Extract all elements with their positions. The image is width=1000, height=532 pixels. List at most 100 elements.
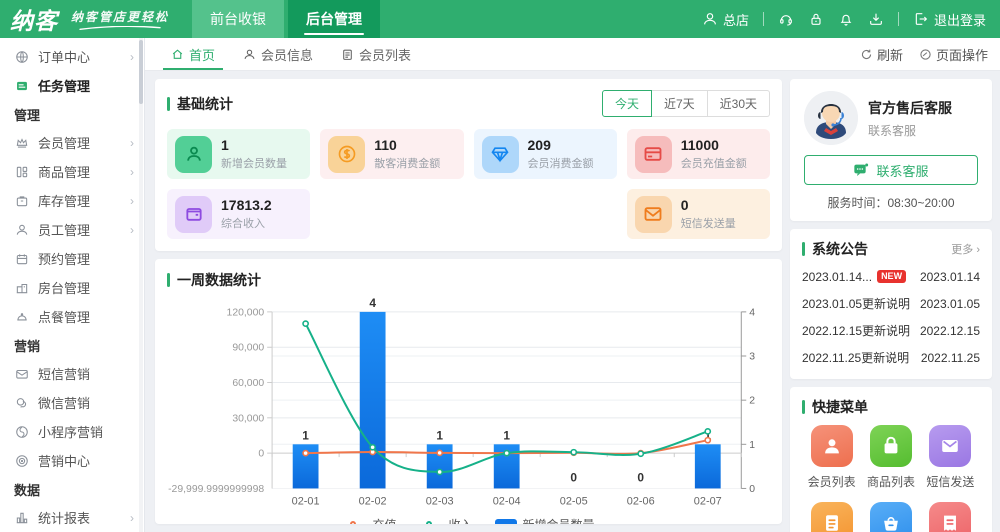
bell-icon[interactable] [838, 11, 854, 27]
globe-icon [15, 50, 29, 64]
svg-text:60,000: 60,000 [232, 378, 264, 389]
download-icon[interactable] [868, 11, 884, 27]
sidebar-scrollbar[interactable] [139, 38, 143, 532]
header-right: 总店 退出登录 [702, 10, 986, 29]
quick-mall-orders[interactable]: 商城订单 [802, 502, 861, 532]
svg-text:02-05: 02-05 [560, 495, 588, 507]
task-icon [15, 79, 29, 93]
svg-text:1: 1 [503, 428, 510, 442]
svg-text:3: 3 [749, 351, 755, 362]
service-hours: 服务时间：08:30~20:00 [804, 194, 978, 211]
sidebar-item-miniprogram-marketing[interactable]: 小程序营销 [0, 417, 144, 446]
svg-text:4: 4 [749, 307, 755, 318]
sidebar-item-booking[interactable]: 预约管理 [0, 244, 144, 273]
dining-icon [15, 310, 29, 324]
tab-member-list[interactable]: 会员列表 [327, 38, 425, 70]
sidebar-item-dining[interactable]: 点餐管理 [0, 302, 144, 331]
quick-goods-combo[interactable]: 商品套餐 [861, 502, 920, 532]
sidebar-section-marketing: 营销 [0, 331, 144, 359]
goods-combo-icon [880, 512, 902, 532]
svg-text:02-04: 02-04 [493, 495, 521, 507]
notice-item[interactable]: 2022.12.15更新说明 2022.12.15 [802, 317, 980, 344]
sidebar-item-goods[interactable]: 商品管理› [0, 157, 144, 186]
legend-income[interactable]: 收入 [418, 516, 472, 524]
wallet-icon [184, 204, 204, 224]
sidebar-item-reports[interactable]: 统计报表› [0, 503, 144, 532]
page-ops-icon [919, 48, 932, 61]
tab-home[interactable]: 首页 [157, 38, 229, 70]
legend-recharge[interactable]: 充值 [342, 516, 396, 524]
notice-item[interactable]: 2023.01.14...NEW 2023.01.14 [802, 263, 980, 290]
notice-item[interactable]: 2023.01.05更新说明 2023.01.05 [802, 290, 980, 317]
sidebar-item-rooms[interactable]: 房台管理 [0, 273, 144, 302]
range-today-button[interactable]: 今天 [602, 90, 652, 117]
divider [898, 12, 899, 26]
store-switcher[interactable]: 总店 [702, 10, 749, 29]
accent-bar [802, 400, 805, 414]
svg-text:0: 0 [637, 471, 644, 485]
goods-icon [15, 165, 29, 179]
svg-text:02-03: 02-03 [426, 495, 454, 507]
card-icon [643, 144, 663, 164]
lock-icon[interactable] [808, 11, 824, 27]
stat-member-spend: 209会员消费金额 [474, 129, 617, 179]
divider [763, 12, 764, 26]
sms-icon [643, 204, 663, 224]
range-30days-button[interactable]: 近30天 [708, 90, 770, 117]
sidebar-item-marketing-center[interactable]: 营销中心 [0, 446, 144, 475]
sidebar: 订单中心› 任务管理 管理 会员管理› 商品管理› 库存管理› 员工管理› 预约… [0, 38, 145, 532]
svg-text:02-06: 02-06 [627, 495, 655, 507]
app-tagline: 纳客管店更轻松 [70, 8, 170, 31]
chat-icon [853, 162, 869, 178]
page-operations-button[interactable]: 页面操作 [919, 45, 988, 64]
system-notice-card: 系统公告 更多 › 2023.01.14...NEW 2023.01.14 20… [790, 229, 992, 379]
sidebar-item-order-center[interactable]: 订单中心› [0, 42, 144, 71]
sidebar-item-sms-marketing[interactable]: 短信营销 [0, 359, 144, 388]
refresh-button[interactable]: 刷新 [860, 45, 903, 64]
member-icon [184, 144, 204, 164]
stat-member-recharge: 11000会员充值金额 [627, 129, 770, 179]
member-list-icon [821, 435, 843, 457]
staff-icon [15, 223, 29, 237]
sidebar-item-task[interactable]: 任务管理 [0, 71, 144, 100]
home-icon [171, 48, 184, 61]
quick-sms-send[interactable]: 短信发送 [921, 425, 980, 490]
list-icon [341, 48, 354, 61]
headset-icon[interactable] [778, 11, 794, 27]
stat-tiles: 1新增会员数量 110散客消费金额 209会员消费金额 11000会员 [155, 125, 782, 251]
quick-coupon[interactable]: 优惠券 [921, 502, 980, 532]
nav-front-cashier[interactable]: 前台收银 [192, 0, 284, 38]
nav-back-admin[interactable]: 后台管理 [288, 0, 380, 38]
quick-goods-list[interactable]: 商品列表 [861, 425, 920, 490]
chart-title: 一周数据统计 [177, 270, 261, 290]
notice-title: 系统公告 [812, 239, 868, 259]
logout-button[interactable]: 退出登录 [913, 10, 986, 29]
stat-new-members: 1新增会员数量 [167, 129, 310, 179]
quick-member-list[interactable]: 会员列表 [802, 425, 861, 490]
user-icon [243, 48, 256, 61]
notice-item[interactable]: 2022.11.25更新说明 2022.11.25 [802, 344, 980, 371]
service-avatar [804, 91, 858, 145]
sidebar-item-wechat-marketing[interactable]: 微信营销 [0, 388, 144, 417]
svg-text:4: 4 [369, 298, 376, 310]
mall-order-icon [821, 512, 843, 532]
sidebar-section-data: 数据 [0, 475, 144, 503]
svg-text:90,000: 90,000 [232, 343, 264, 354]
notice-more-link[interactable]: 更多 › [951, 241, 980, 257]
contact-service-button[interactable]: 联系客服 [804, 155, 978, 185]
service-title: 官方售后客服 [868, 98, 952, 118]
page-tabbar: 首页 会员信息 会员列表 刷新 页面操作 [145, 38, 1000, 71]
tab-member-info[interactable]: 会员信息 [229, 38, 327, 70]
sidebar-item-staff[interactable]: 员工管理› [0, 215, 144, 244]
user-icon [702, 11, 718, 27]
legend-new-members[interactable]: 新增会员数量 [495, 516, 595, 524]
refresh-icon [860, 48, 873, 61]
sidebar-item-inventory[interactable]: 库存管理› [0, 186, 144, 215]
range-7days-button[interactable]: 近7天 [652, 90, 708, 117]
sidebar-item-members[interactable]: 会员管理› [0, 128, 144, 157]
tagline-swoosh [70, 26, 170, 31]
chart-icon [15, 511, 29, 525]
new-badge: NEW [877, 270, 906, 283]
weekly-chart[interactable]: 120,00090,00060,00030,0000-29,999.999999… [155, 298, 782, 514]
svg-text:02-02: 02-02 [359, 495, 387, 507]
